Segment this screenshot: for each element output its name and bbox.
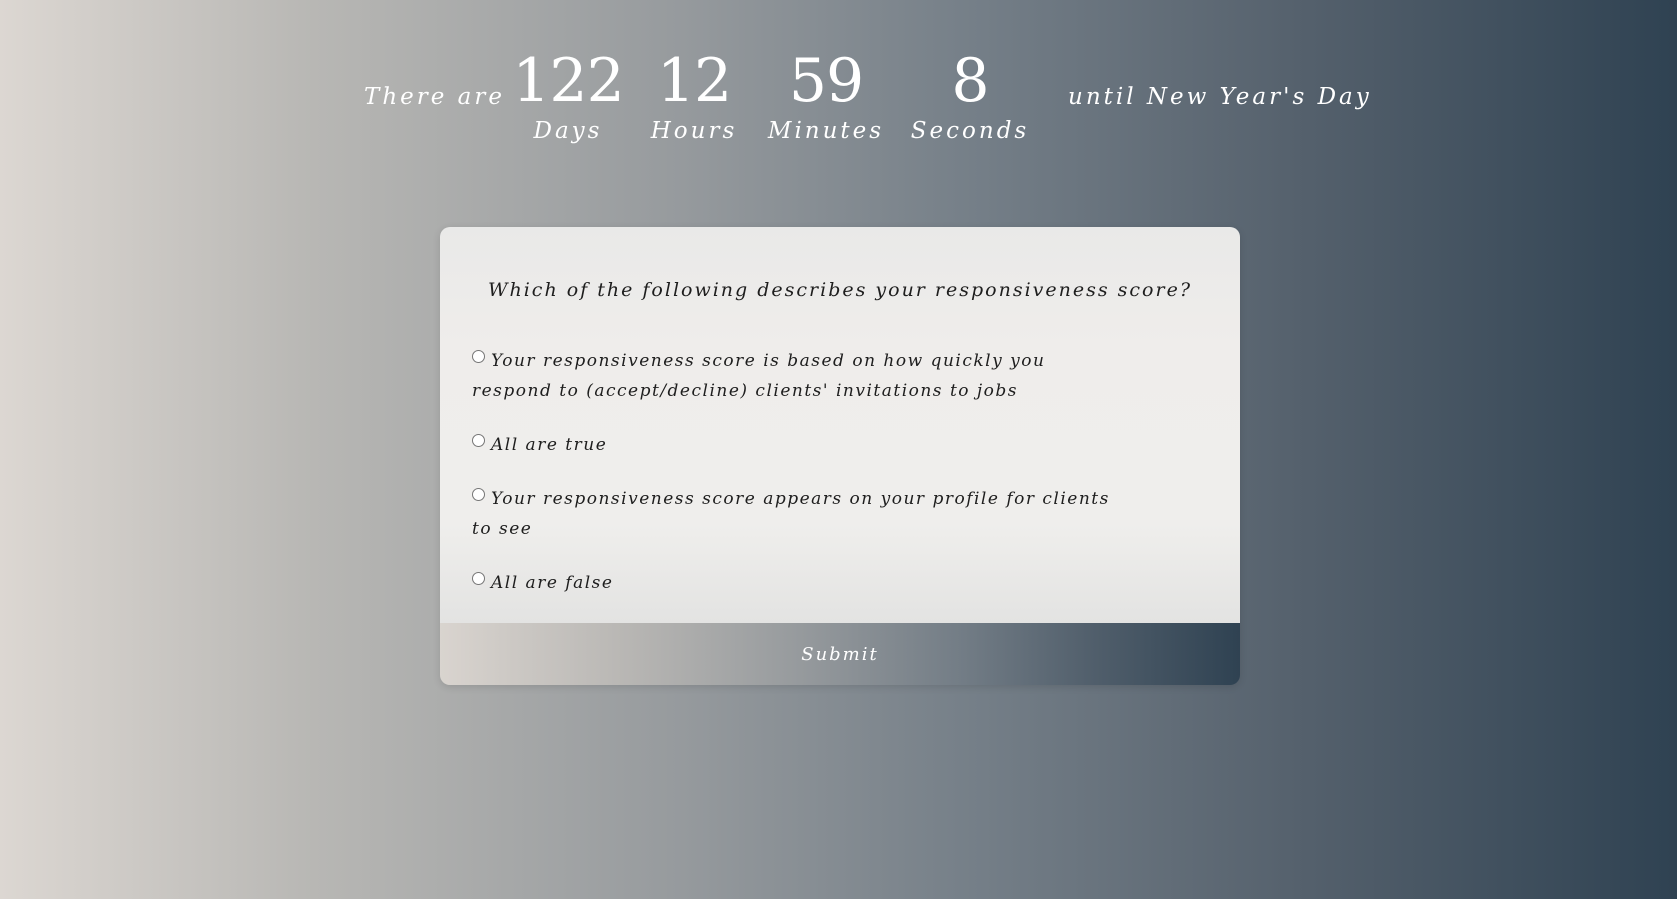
answer-option-4[interactable]: All are false — [472, 568, 1112, 598]
answer-option-3[interactable]: Your responsiveness score appears on you… — [472, 484, 1112, 544]
hours-label: Hours — [650, 118, 738, 144]
answer-radio-3[interactable] — [472, 488, 485, 501]
quiz-card: Which of the following describes your re… — [440, 227, 1240, 685]
hours-value: 12 — [656, 46, 732, 116]
seconds-label: Seconds — [910, 118, 1030, 144]
countdown-minutes: 59 Minutes — [756, 40, 896, 144]
answer-radio-1[interactable] — [472, 350, 485, 363]
answer-options: Your responsiveness score is based on ho… — [472, 346, 1112, 622]
countdown-hours: 12 Hours — [624, 40, 764, 144]
answer-option-1-label: Your responsiveness score is based on ho… — [472, 351, 1046, 401]
answer-option-3-label: Your responsiveness score appears on you… — [472, 489, 1110, 539]
answer-radio-4[interactable] — [472, 572, 485, 585]
submit-button[interactable]: Submit — [440, 623, 1240, 685]
minutes-value: 59 — [788, 46, 864, 116]
countdown-header: There are 122 Days 12 Hours 59 Minutes 8… — [0, 0, 1677, 180]
answer-option-2-label: All are true — [491, 435, 608, 455]
countdown-suffix: until New Year's Day — [1068, 84, 1372, 110]
days-value: 122 — [512, 46, 625, 116]
quiz-body: Which of the following describes your re… — [440, 227, 1240, 623]
quiz-question: Which of the following describes your re… — [487, 279, 1193, 301]
countdown-prefix: There are — [364, 84, 506, 110]
minutes-label: Minutes — [767, 118, 885, 144]
answer-option-1[interactable]: Your responsiveness score is based on ho… — [472, 346, 1112, 406]
answer-option-2[interactable]: All are true — [472, 430, 1112, 460]
countdown-seconds: 8 Seconds — [900, 40, 1040, 144]
countdown-days: 122 Days — [498, 40, 638, 144]
seconds-value: 8 — [951, 46, 989, 116]
answer-radio-2[interactable] — [472, 434, 485, 447]
answer-option-4-label: All are false — [491, 573, 614, 593]
